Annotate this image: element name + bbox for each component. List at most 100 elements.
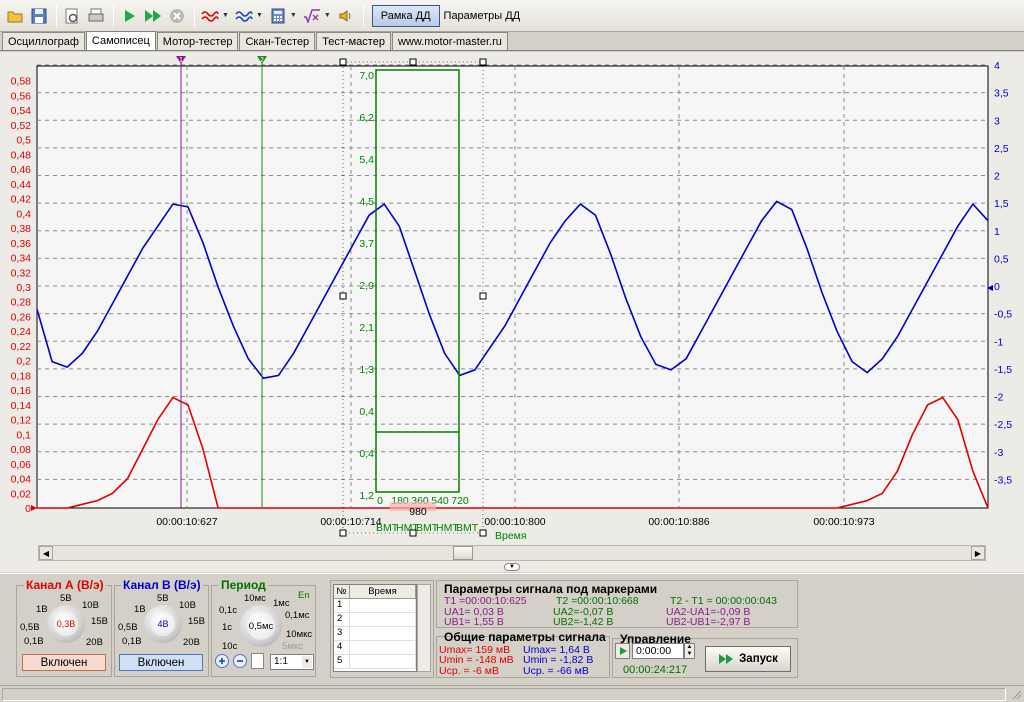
red-signal-icon[interactable]: [199, 5, 221, 27]
table-row-time: [350, 599, 416, 612]
period-knob[interactable]: 0,5мс: [240, 605, 282, 647]
dd-frame-handle-top-left[interactable]: [339, 58, 347, 66]
dd-frame-y-tick: 0,4: [359, 448, 374, 460]
channel-b-scale-label: 20В: [183, 637, 200, 648]
resize-grip-icon[interactable]: [1010, 688, 1022, 700]
table-header-time: Время: [350, 585, 416, 598]
dropdown-arrow-icon[interactable]: ▼: [290, 12, 297, 19]
dd-frame-handle-top-right[interactable]: [479, 58, 487, 66]
table-row[interactable]: 4: [334, 641, 416, 655]
collapse-panel-icon[interactable]: ▼: [504, 563, 520, 571]
channel-a-knob[interactable]: 0,3В: [47, 605, 85, 643]
dd-frame-x-tick: 720: [451, 495, 469, 507]
table-row[interactable]: 1: [334, 599, 416, 613]
table-row[interactable]: 3: [334, 627, 416, 641]
marker-ub1: UB1= 1,55 В: [444, 616, 504, 628]
table-row[interactable]: 5: [334, 655, 416, 669]
left-axis-tick: 0,2: [16, 356, 31, 368]
table-row[interactable]: 2: [334, 613, 416, 627]
run-button[interactable]: Запуск: [705, 646, 791, 672]
zoom-ratio-select[interactable]: 1:1 ▼: [270, 654, 314, 670]
tab-bar: Осциллограф Самописец Мотор-тестер Скан-…: [0, 31, 1024, 51]
time-scrollbar[interactable]: ◀ ▶: [38, 545, 986, 561]
speaker-icon[interactable]: [335, 5, 357, 27]
page-icon[interactable]: [251, 653, 264, 669]
tab-oscilloscope[interactable]: Осциллограф: [2, 32, 85, 50]
channel-a-enabled-button[interactable]: Включен: [22, 654, 106, 671]
calculator-icon[interactable]: [267, 5, 289, 27]
right-axis-tick: -1: [994, 336, 1003, 348]
control-elapsed-time: 00:00:24:217: [623, 664, 688, 676]
left-axis-tick: 0,34: [11, 253, 32, 265]
left-axis-tick: 0,18: [11, 370, 32, 382]
save-disk-icon[interactable]: [28, 5, 50, 27]
control-time-input[interactable]: 0:00:00: [632, 643, 684, 659]
channel-b-scale-label: 0,5В: [118, 622, 138, 633]
time-axis-tick: 00:00:10:973: [813, 516, 874, 528]
right-axis-tick: -2: [994, 392, 1003, 404]
dropdown-arrow-icon[interactable]: ▼: [256, 12, 263, 19]
marker-1-label: 1: [179, 57, 183, 64]
dd-frame-y-tick: 6,2: [359, 112, 374, 124]
dropdown-arrow-icon[interactable]: ▼: [222, 12, 229, 19]
print-preview-icon[interactable]: [61, 5, 83, 27]
channel-b-enabled-button[interactable]: Включен: [119, 654, 203, 671]
dd-frame-handle-right[interactable]: [479, 292, 487, 300]
open-folder-icon[interactable]: [4, 5, 26, 27]
stop-icon[interactable]: [166, 5, 188, 27]
channel-b-scale-label: 1В: [134, 604, 146, 615]
dd-params-button[interactable]: Параметры ДД: [444, 10, 521, 22]
table-row-num: 3: [334, 627, 350, 640]
recorder-chart[interactable]: 0,580,560,540,520,50,480,460,440,420,40,…: [0, 52, 1024, 572]
dd-frame-handle-left[interactable]: [339, 292, 347, 300]
play-icon[interactable]: [118, 5, 140, 27]
print-icon[interactable]: [85, 5, 107, 27]
channel-b-knob[interactable]: 4В: [144, 605, 182, 643]
plot-area[interactable]: [36, 65, 989, 509]
channel-a-knob-value: 0,3В: [54, 612, 78, 636]
dd-frame-handle-bottom-left[interactable]: [339, 529, 347, 537]
dd-frame-handle-top[interactable]: [409, 58, 417, 66]
left-axis-tick: 0: [25, 503, 31, 515]
dd-frame-handle-bottom[interactable]: [409, 529, 417, 537]
dropdown-arrow-icon[interactable]: ▼: [324, 12, 331, 19]
zoom-in-icon[interactable]: [215, 654, 229, 668]
dd-frame-handle-bottom-right[interactable]: [479, 529, 487, 537]
left-axis-tick: 0,54: [11, 105, 32, 117]
math-function-icon[interactable]: [301, 5, 323, 27]
channel-a-zero-arrow-icon[interactable]: [31, 505, 37, 511]
period-scale-label: 1мс: [273, 598, 290, 609]
time-axis-tick: 00:00:10:714: [320, 516, 381, 528]
channel-a-uavg: Uср. = -6 мВ: [439, 665, 500, 677]
right-axis-tick: 2,5: [994, 143, 1009, 155]
tab-test-master[interactable]: Тест-мастер: [316, 32, 391, 50]
tab-scan-tester[interactable]: Скан-Тестер: [239, 32, 316, 50]
control-play-button[interactable]: [615, 643, 630, 659]
scroll-thumb[interactable]: [453, 546, 473, 560]
left-axis-tick: 0,02: [11, 488, 32, 500]
tab-website[interactable]: www.motor-master.ru: [391, 32, 508, 50]
scroll-right-arrow-icon[interactable]: ▶: [971, 546, 985, 560]
channel-b-scale-label: 5В: [157, 593, 169, 604]
scroll-left-arrow-icon[interactable]: ◀: [39, 546, 53, 560]
left-axis-tick: 0,3: [16, 282, 31, 294]
period-scale-label: 5мкс: [282, 641, 303, 652]
right-axis-tick: 2: [994, 171, 1000, 183]
tab-motor-tester[interactable]: Мотор-тестер: [156, 32, 239, 50]
tab-recorder[interactable]: Самописец: [85, 31, 156, 50]
period-en-label[interactable]: En: [298, 590, 310, 601]
left-axis-ticks: 0,58 0,56 0,54 0,52 0,5 0,48 0,46 0,44 0,42 0,4 0,…: [11, 76, 32, 515]
right-axis-tick: -0,5: [994, 309, 1012, 321]
blue-signal-icon[interactable]: [233, 5, 255, 27]
fast-forward-icon[interactable]: [142, 5, 164, 27]
left-axis-tick: 0,42: [11, 194, 32, 206]
time-axis-tick: 00:00:10:886: [648, 516, 709, 528]
chevron-down-icon[interactable]: ▼: [302, 656, 312, 668]
left-axis-tick: 0,32: [11, 267, 32, 279]
frame-dd-toggle[interactable]: Рамка ДД: [371, 4, 440, 27]
marker-time-table[interactable]: № Время 1 2 3 4 5: [333, 584, 417, 672]
zoom-out-icon[interactable]: [233, 654, 247, 668]
left-axis-tick: 0,56: [11, 90, 32, 102]
table-scrollbar[interactable]: [417, 584, 431, 672]
control-time-spinner[interactable]: ▲ ▼: [684, 643, 695, 659]
